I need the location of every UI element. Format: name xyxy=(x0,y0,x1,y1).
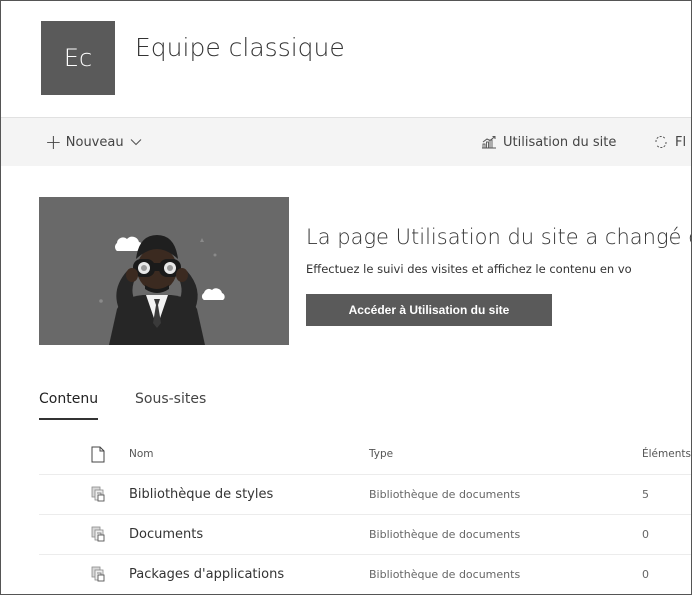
site-usage-label: Utilisation du site xyxy=(503,134,617,150)
binoculars-person-illustration xyxy=(99,235,225,345)
column-header-type[interactable]: Type xyxy=(369,434,393,474)
tab-contenu[interactable]: Contenu xyxy=(39,391,99,420)
row-count: 0 xyxy=(642,527,649,541)
banner-title: La page Utilisation du site a changé de xyxy=(306,225,692,249)
command-bar: + Nouveau Utilisation du site Fl xyxy=(1,117,691,166)
table-row[interactable]: Bibliothèque de styles Bibliothèque de d… xyxy=(39,474,691,515)
site-logo-text: Ec xyxy=(63,44,93,72)
site-logo[interactable]: Ec xyxy=(41,21,115,95)
new-button[interactable]: + Nouveau xyxy=(45,118,142,166)
refresh-icon xyxy=(653,134,669,150)
new-button-label: Nouveau xyxy=(65,134,124,150)
table-row[interactable]: Documents Bibliothèque de documents 0 xyxy=(39,514,691,555)
table-row[interactable]: Packages d'applications Bibliothèque de … xyxy=(39,554,691,594)
chart-icon xyxy=(481,135,497,149)
column-header-name[interactable]: Nom xyxy=(129,434,154,474)
banner-illustration xyxy=(39,197,289,345)
site-header: Ec Equipe classique xyxy=(1,1,691,117)
tab-sous-sites[interactable]: Sous-sites xyxy=(135,391,206,407)
row-name[interactable]: Packages d'applications xyxy=(129,554,284,594)
plus-icon: + xyxy=(45,130,62,154)
flow-button[interactable]: Fl xyxy=(653,118,686,166)
column-header-items[interactable]: Éléments xyxy=(642,434,691,474)
document-library-icon xyxy=(91,474,111,514)
flow-label: Fl xyxy=(675,134,687,150)
chevron-down-icon xyxy=(130,138,142,146)
app-window: Ec Equipe classique + Nouveau Utilisatio… xyxy=(0,0,692,595)
row-type: Bibliothèque de documents xyxy=(369,567,521,581)
row-name[interactable]: Documents xyxy=(129,514,203,554)
table-header-row: Nom Type Éléments xyxy=(39,434,691,475)
row-name[interactable]: Bibliothèque de styles xyxy=(129,474,273,514)
row-type: Bibliothèque de documents xyxy=(369,487,521,501)
site-title[interactable]: Equipe classique xyxy=(135,33,345,62)
go-to-site-usage-button[interactable]: Accéder à Utilisation du site xyxy=(306,294,552,326)
row-type: Bibliothèque de documents xyxy=(369,527,521,541)
document-library-icon xyxy=(91,554,111,594)
file-type-header-icon[interactable] xyxy=(91,434,111,474)
site-usage-button[interactable]: Utilisation du site xyxy=(481,118,616,166)
row-count: 5 xyxy=(642,487,649,501)
document-library-icon xyxy=(91,514,111,554)
banner-description: Effectuez le suivi des visites et affich… xyxy=(306,262,632,276)
site-usage-banner: La page Utilisation du site a changé de … xyxy=(39,197,692,345)
row-count: 0 xyxy=(642,567,649,581)
